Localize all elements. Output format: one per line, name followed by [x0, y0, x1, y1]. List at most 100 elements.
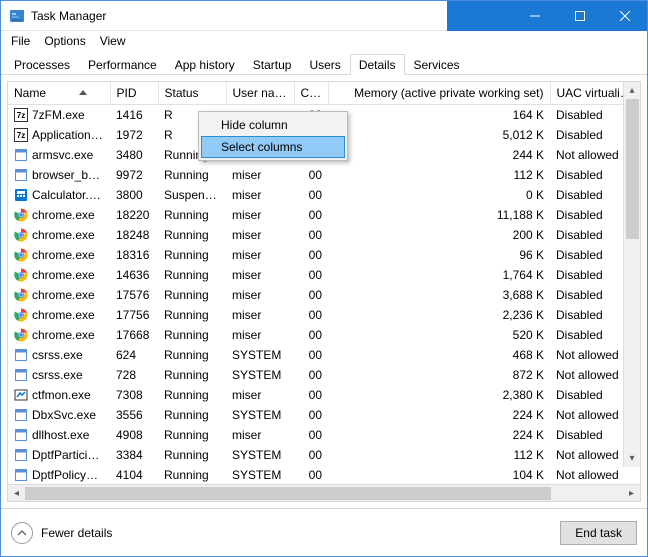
process-pid: 3556 [110, 405, 158, 425]
process-memory: 200 K [328, 225, 550, 245]
process-status: Running [158, 365, 226, 385]
column-header-pid[interactable]: PID [110, 82, 158, 105]
process-user: SYSTEM [226, 345, 294, 365]
process-pid: 14636 [110, 265, 158, 285]
process-icon [14, 368, 28, 382]
tab-startup[interactable]: Startup [244, 54, 301, 75]
table-row[interactable]: chrome.exe18316Runningmiser0096 KDisable… [8, 245, 640, 265]
process-pid: 3800 [110, 185, 158, 205]
process-name: Calculator.exe [32, 188, 108, 202]
table-row[interactable]: csrss.exe624RunningSYSTEM00468 KNot allo… [8, 345, 640, 365]
minimize-button[interactable] [512, 1, 557, 31]
column-header-cpu[interactable]: CPU [294, 82, 328, 105]
process-pid: 17756 [110, 305, 158, 325]
tab-performance[interactable]: Performance [79, 54, 166, 75]
tab-processes[interactable]: Processes [5, 54, 79, 75]
table-row[interactable]: csrss.exe728RunningSYSTEM00872 KNot allo… [8, 365, 640, 385]
process-name: chrome.exe [32, 248, 95, 262]
menu-view[interactable]: View [94, 32, 132, 50]
table-row[interactable]: chrome.exe18248Runningmiser00200 KDisabl… [8, 225, 640, 245]
sort-ascending-icon [79, 90, 87, 95]
process-user: miser [226, 205, 294, 225]
scroll-left-icon[interactable]: ◂ [8, 485, 25, 502]
table-row[interactable]: browser_bro...9972Runningmiser00112 KDis… [8, 165, 640, 185]
process-status: Running [158, 265, 226, 285]
process-icon [14, 268, 28, 282]
scroll-down-icon[interactable]: ▾ [624, 450, 640, 467]
process-name: chrome.exe [32, 308, 95, 322]
process-cpu: 00 [294, 425, 328, 445]
tab-services[interactable]: Services [405, 54, 469, 75]
process-user: miser [226, 325, 294, 345]
process-pid: 1416 [110, 105, 158, 125]
process-memory: 11,188 K [328, 205, 550, 225]
table-row[interactable]: chrome.exe18220Runningmiser0011,188 KDis… [8, 205, 640, 225]
column-header-status[interactable]: Status [158, 82, 226, 105]
process-name: browser_bro... [32, 168, 109, 182]
table-row[interactable]: ctfmon.exe7308Runningmiser002,380 KDisab… [8, 385, 640, 405]
column-header-user[interactable]: User name [226, 82, 294, 105]
context-select-columns[interactable]: Select columns [201, 136, 345, 158]
tab-app-history[interactable]: App history [166, 54, 244, 75]
table-row[interactable]: chrome.exe17668Runningmiser00520 KDisabl… [8, 325, 640, 345]
table-row[interactable]: DptfParticipa...3384RunningSYSTEM00112 K… [8, 445, 640, 465]
scroll-thumb[interactable] [626, 99, 639, 239]
process-user: SYSTEM [226, 465, 294, 485]
table-row[interactable]: DbxSvc.exe3556RunningSYSTEM00224 KNot al… [8, 405, 640, 425]
table-row[interactable]: chrome.exe14636Runningmiser001,764 KDisa… [8, 265, 640, 285]
process-name: ctfmon.exe [32, 388, 91, 402]
process-status: Suspended [158, 185, 226, 205]
scroll-up-icon[interactable]: ▴ [624, 82, 640, 99]
process-pid: 18220 [110, 205, 158, 225]
process-pid: 17668 [110, 325, 158, 345]
close-button[interactable] [602, 1, 647, 31]
scroll-right-icon[interactable]: ▸ [623, 485, 640, 502]
column-header-memory[interactable]: Memory (active private working set) [328, 82, 550, 105]
tab-users[interactable]: Users [300, 54, 349, 75]
process-name: DbxSvc.exe [32, 408, 96, 422]
process-memory: 520 K [328, 325, 550, 345]
process-pid: 18248 [110, 225, 158, 245]
column-header-name-label: Name [14, 86, 46, 100]
process-status: Running [158, 425, 226, 445]
process-status: Running [158, 465, 226, 485]
process-pid: 1972 [110, 125, 158, 145]
column-header-name[interactable]: Name [8, 82, 110, 105]
process-cpu: 00 [294, 245, 328, 265]
process-icon [14, 228, 28, 242]
process-name: DptfPolicyCri... [32, 468, 110, 482]
table-row[interactable]: chrome.exe17576Runningmiser003,688 KDisa… [8, 285, 640, 305]
end-task-button[interactable]: End task [560, 521, 637, 545]
hscroll-thumb[interactable] [25, 487, 551, 500]
process-status: Running [158, 405, 226, 425]
vertical-scrollbar[interactable]: ▴ ▾ [623, 82, 640, 467]
process-icon [14, 348, 28, 362]
process-cpu: 00 [294, 285, 328, 305]
process-icon [14, 168, 28, 182]
process-name: chrome.exe [32, 328, 95, 342]
tabstrip: Processes Performance App history Startu… [1, 51, 647, 75]
table-row[interactable]: DptfPolicyCri...4104RunningSYSTEM00104 K… [8, 465, 640, 485]
context-hide-column[interactable]: Hide column [201, 114, 345, 136]
table-row[interactable]: dllhost.exe4908Runningmiser00224 KDisabl… [8, 425, 640, 445]
menu-file[interactable]: File [5, 32, 36, 50]
process-pid: 17576 [110, 285, 158, 305]
table-row[interactable]: Calculator.exe3800Suspendedmiser000 KDis… [8, 185, 640, 205]
maximize-button[interactable] [557, 1, 602, 31]
process-icon [14, 208, 28, 222]
process-status: Running [158, 285, 226, 305]
table-row[interactable]: chrome.exe17756Runningmiser002,236 KDisa… [8, 305, 640, 325]
window-title: Task Manager [31, 9, 512, 23]
footer: Fewer details End task [1, 508, 647, 556]
svg-text:7z: 7z [17, 111, 25, 120]
tab-details[interactable]: Details [350, 54, 405, 75]
fewer-details-label: Fewer details [41, 526, 112, 540]
process-pid: 4104 [110, 465, 158, 485]
scroll-track[interactable] [624, 99, 640, 450]
horizontal-scrollbar[interactable]: ◂ ▸ [8, 484, 640, 501]
hscroll-track[interactable] [25, 485, 623, 501]
process-icon [14, 448, 28, 462]
fewer-details-toggle[interactable]: Fewer details [11, 522, 112, 544]
process-icon [14, 408, 28, 422]
menu-options[interactable]: Options [38, 32, 91, 50]
